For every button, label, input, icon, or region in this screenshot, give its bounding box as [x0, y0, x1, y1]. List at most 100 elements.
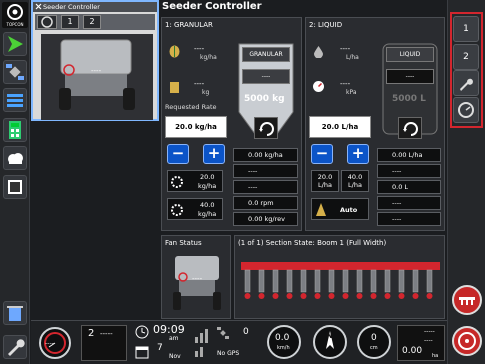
speed-gauge[interactable]: 0.0 km/h — [267, 325, 301, 359]
wrench-icon — [460, 78, 473, 91]
boom-sections-graphic[interactable] — [239, 258, 442, 316]
granular-stat-2: ---- — [233, 164, 298, 178]
counter-box[interactable]: 2 ----- — [81, 325, 127, 361]
liquid-stat-1: 0.00 L/ha — [377, 148, 441, 162]
liquid-preset-2-value: 40.0 — [347, 173, 363, 181]
preset-gear-icon — [171, 176, 183, 188]
satellite-icon — [6, 64, 24, 80]
arrow-icon — [8, 36, 23, 52]
layers-button[interactable] — [3, 88, 27, 112]
compass-label: N — [326, 331, 333, 340]
film-icon — [8, 180, 22, 194]
fan-status-title: Fan Status — [165, 239, 202, 247]
mini-tab-1[interactable]: 1 — [61, 15, 79, 29]
area-widget[interactable]: ----- ---- 0.00 ha — [397, 325, 445, 361]
liquid-rate-value: ---- — [340, 45, 351, 53]
layers-icon — [7, 94, 23, 107]
mini-view-panel[interactable]: Seeder Controller 1 2 ---- — [31, 0, 159, 121]
granular-preset-1[interactable]: 20.0 kg/ha — [167, 170, 223, 192]
offset-gauge[interactable]: 0 cm — [357, 325, 391, 359]
granular-stat-4: 0.0 rpm — [233, 196, 298, 210]
gauge-1[interactable] — [39, 327, 71, 359]
liquid-decrease-button[interactable]: − — [311, 144, 333, 164]
seeder-machine-icon — [59, 39, 135, 110]
section-state-title: (1 of 1) Section State: Boom 1 (Full Wid… — [238, 239, 387, 247]
mini-tab-2[interactable]: 2 — [83, 15, 101, 29]
mini-gear-tab[interactable] — [37, 15, 57, 29]
nav-arrow-button[interactable] — [3, 32, 27, 56]
liquid-requested-rate[interactable]: 20.0 L/ha — [309, 116, 371, 138]
clock-widget: 09:09 am 7 Nov — [135, 323, 193, 363]
compass-gauge[interactable]: N — [313, 325, 347, 359]
counter-value: 2 — [88, 328, 95, 339]
gps-value: 0 — [243, 327, 249, 337]
granular-stat-4-value: 0.0 rpm — [248, 199, 274, 207]
liquid-tank-capacity: 5000 L — [392, 94, 426, 104]
clock-period: am — [169, 335, 179, 342]
area-unit: ha — [432, 353, 439, 359]
mini-view-title: Seeder Controller — [33, 2, 157, 12]
requested-rate-label: Requested Rate — [165, 103, 217, 111]
right-tab-1-button[interactable]: 1 — [453, 16, 479, 42]
refresh-icon — [259, 122, 274, 136]
granular-decrease-button[interactable]: − — [167, 144, 189, 164]
gauge-icon — [458, 102, 474, 118]
granular-weight-value: ---- — [194, 80, 205, 88]
weather-button[interactable] — [3, 146, 27, 170]
granular-hopper-capacity: 5000 kg — [244, 94, 285, 104]
liquid-rate-unit: L/ha — [346, 54, 359, 61]
liquid-stat-2: ---- — [377, 164, 441, 178]
liquid-tank-value: ---- — [386, 69, 434, 84]
mini-tab-bar: 1 2 — [35, 14, 155, 30]
liquid-preset-2-unit: L/ha — [348, 181, 362, 189]
date-day: 7 — [157, 343, 163, 353]
video-button[interactable] — [3, 175, 27, 199]
liquid-stat-5: ---- — [377, 212, 441, 226]
settings-button[interactable] — [453, 70, 479, 96]
close-icon[interactable] — [35, 3, 42, 10]
granular-increase-button[interactable]: + — [203, 144, 225, 164]
speed-value: 0.0 — [275, 333, 290, 343]
granular-requested-rate[interactable]: 20.0 kg/ha — [165, 116, 227, 138]
liquid-title: 2: LIQUID — [309, 21, 343, 29]
granular-weight-unit: kg — [202, 89, 210, 96]
seed-icon — [168, 45, 181, 58]
gps-widget[interactable]: 0 No GPS — [215, 325, 261, 361]
liquid-preset-1[interactable]: 20.0 L/ha — [311, 170, 339, 192]
granular-stat-5: 0.00 kg/rev — [233, 212, 298, 226]
fan-machine-icon — [173, 256, 221, 310]
right-sidebar: 1 2 — [447, 0, 485, 364]
speed-unit: km/h — [277, 345, 290, 351]
satellite-icon — [217, 327, 229, 339]
topcon-logo: TOPCON — [2, 2, 28, 28]
granular-refresh-button[interactable] — [254, 117, 278, 139]
granular-stat-1: 0.00 kg/ha — [233, 148, 298, 162]
wrench-icon — [8, 339, 25, 356]
granular-stat-5-value: 0.00 kg/rev — [248, 215, 285, 223]
liquid-increase-button[interactable]: + — [347, 144, 369, 164]
right-tab-2-button[interactable]: 2 — [453, 44, 479, 70]
mini-machine-view: ---- — [41, 34, 153, 120]
gauge-button[interactable] — [453, 97, 479, 123]
area-value: 0.00 — [402, 346, 423, 356]
steering-wheel-icon — [458, 332, 476, 350]
satellite-button[interactable] — [3, 60, 27, 84]
liquid-auto-button[interactable]: Auto — [311, 198, 369, 220]
granular-preset-2[interactable]: 40.0 kg/ha — [167, 198, 223, 220]
liquid-preset-2[interactable]: 40.0 L/ha — [341, 170, 369, 192]
calculator-button[interactable] — [3, 118, 27, 142]
granular-title: 1: GRANULAR — [165, 21, 213, 29]
liquid-pressure-value: ---- — [340, 80, 351, 88]
master-switch-button[interactable] — [452, 326, 482, 356]
preset-gear-icon — [171, 204, 183, 216]
bin-button[interactable] — [3, 301, 27, 325]
calendar-icon — [135, 346, 149, 359]
calculator-icon — [9, 121, 21, 139]
section-control-button[interactable] — [452, 285, 482, 315]
granular-hopper-value: ---- — [242, 69, 290, 84]
tools-button[interactable] — [3, 335, 27, 359]
liquid-tank-label: LIQUID — [386, 47, 434, 62]
liquid-refresh-button[interactable] — [398, 117, 422, 139]
right-tab-1-label: 1 — [463, 24, 469, 34]
liquid-stat-4: ---- — [377, 196, 441, 210]
